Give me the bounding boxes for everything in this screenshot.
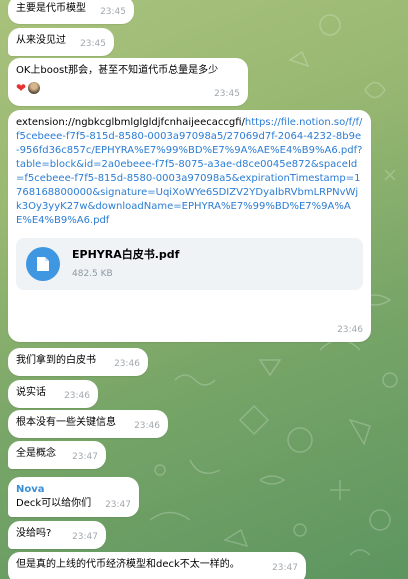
file-attachment[interactable]: EPHYRA白皮书.pdf 482.5 KB — [16, 238, 363, 290]
message-bubble[interactable]: 我们拿到的白皮书 23:46 — [8, 348, 148, 376]
message-bubble[interactable]: 主要是代币模型 23:45 — [8, 0, 134, 24]
message-bubble[interactable]: 没给吗? 23:47 — [8, 521, 106, 549]
message-text: 全是概念 — [16, 448, 56, 459]
message-bubble[interactable]: 说实话 23:46 — [8, 380, 98, 408]
heart-reaction-icon[interactable]: ❤ — [16, 81, 26, 95]
message-text: 说实话 — [16, 387, 46, 398]
message-bubble[interactable]: OK上boost那会，甚至不知道代币总量是多少 ❤ 23:45 — [8, 58, 248, 106]
message-timestamp: 23:46 — [337, 325, 363, 335]
message-link[interactable]: https://file.notion.so/f/f/f5cebeee-f7f5… — [16, 117, 362, 226]
message-bubble[interactable]: 全是概念 23:47 — [8, 441, 106, 469]
sender-name[interactable]: Nova — [16, 483, 131, 497]
message-timestamp: 23:47 — [72, 532, 98, 542]
message-text: OK上boost那会，甚至不知道代币总量是多少 — [16, 65, 219, 76]
message-timestamp: 23:46 — [134, 421, 160, 431]
message-bubble[interactable]: 从来没见过 23:45 — [8, 28, 114, 56]
message-text: 主要是代币模型 — [16, 3, 86, 14]
file-download-icon[interactable] — [26, 247, 60, 281]
message-bubble[interactable]: Nova Deck可以给你们 23:47 — [8, 477, 139, 517]
message-text: 但是真的上线的代币经济模型和deck不太一样的。 — [16, 559, 240, 570]
message-text: extension://ngbkcglbmlglgldjfcnhaijeecac… — [16, 117, 245, 128]
message-timestamp: 23:45 — [214, 89, 240, 99]
message-text: 没给吗? — [16, 528, 52, 539]
message-bubble[interactable]: extension://ngbkcglbmlglgldjfcnhaijeecac… — [8, 110, 371, 342]
message-timestamp: 23:45 — [100, 7, 126, 17]
file-name[interactable]: EPHYRA白皮书.pdf — [72, 248, 179, 262]
message-timestamp: 23:47 — [272, 563, 298, 573]
message-timestamp: 23:45 — [80, 39, 106, 49]
reactor-avatar — [28, 82, 41, 94]
message-text: 根本没有一些关键信息 — [16, 417, 116, 428]
message-timestamp: 23:46 — [114, 359, 140, 369]
message-bubble[interactable]: 根本没有一些关键信息 23:46 — [8, 410, 168, 438]
message-bubble[interactable]: 但是真的上线的代币经济模型和deck不太一样的。 23:47 — [8, 552, 306, 579]
message-text: 我们拿到的白皮书 — [16, 355, 96, 366]
message-timestamp: 23:46 — [64, 391, 90, 401]
message-timestamp: 23:47 — [105, 500, 131, 510]
message-reactions[interactable]: ❤ — [16, 81, 240, 95]
message-text: 从来没见过 — [16, 35, 66, 46]
file-size: 482.5 KB — [72, 269, 113, 279]
message-timestamp: 23:47 — [72, 452, 98, 462]
